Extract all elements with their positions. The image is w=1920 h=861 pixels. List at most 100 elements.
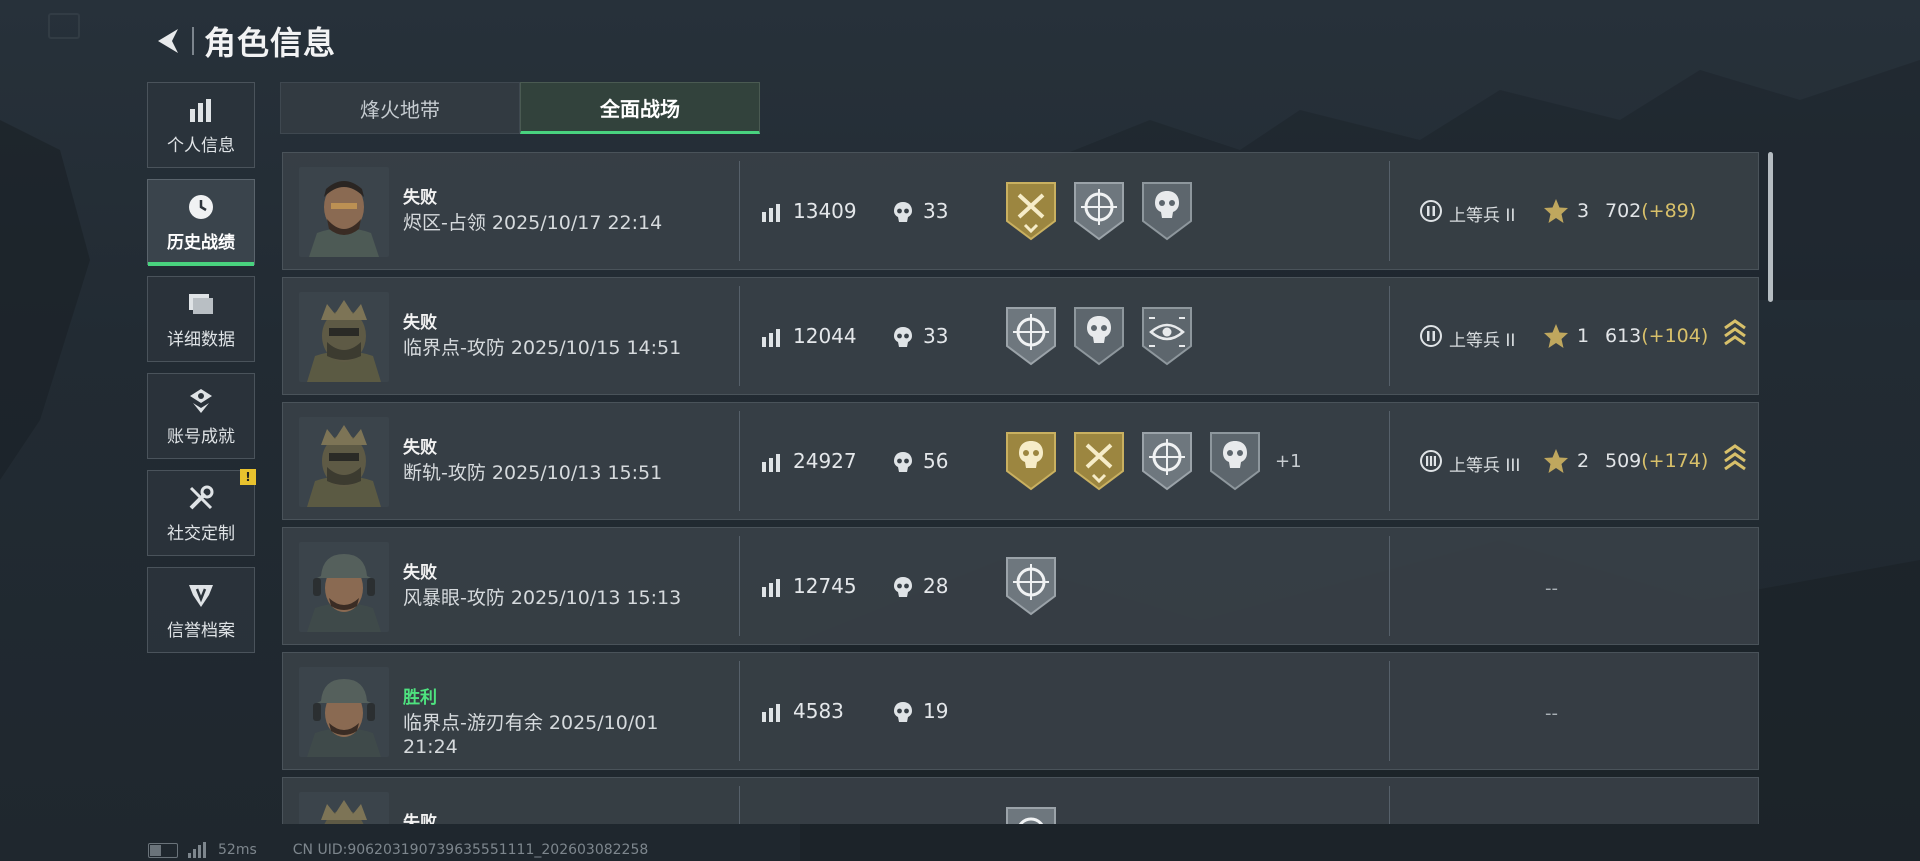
medal-list bbox=[1005, 806, 1073, 824]
tab-extraction-zone[interactable]: 烽火地带 bbox=[280, 82, 520, 134]
star-icon bbox=[1544, 199, 1568, 223]
folder-icon bbox=[189, 293, 213, 314]
points-delta: (+174) bbox=[1641, 450, 1709, 472]
signal-icon bbox=[188, 842, 208, 858]
match-row[interactable]: 胜利 临界点-游刃有余 2025/10/01 21:24 4583 19 -- bbox=[282, 652, 1759, 770]
row-divider bbox=[739, 536, 740, 636]
row-divider bbox=[739, 286, 740, 386]
silver-skull-medal-icon bbox=[1210, 432, 1260, 491]
match-row[interactable]: 失败 临界点-攻防 2025/10/15 14:51 12044 33 上等兵 … bbox=[282, 277, 1759, 395]
map-mode-time: 风暴眼-攻防 2025/10/13 15:13 bbox=[403, 587, 682, 609]
match-row[interactable]: 失败 断轨-攻防 2025/10/13 15:51 24927 56 +1 上等… bbox=[282, 402, 1759, 520]
rank-name: 上等兵 II bbox=[1449, 331, 1516, 351]
back-button[interactable] bbox=[148, 21, 188, 61]
row-divider bbox=[1389, 161, 1390, 261]
silver-target-medal-icon bbox=[1006, 557, 1056, 616]
star-icon bbox=[1544, 324, 1568, 348]
silver-target-medal-icon bbox=[1074, 182, 1124, 241]
sidebar-item-match-history[interactable]: 历史战绩 bbox=[147, 179, 255, 266]
rank-name: 上等兵 II bbox=[1449, 206, 1516, 226]
shield-icon bbox=[189, 584, 213, 607]
points-delta: (+104) bbox=[1641, 325, 1709, 347]
rank-points: 702(+89) bbox=[1605, 200, 1697, 222]
match-kills: 28 bbox=[923, 574, 949, 598]
skull-icon bbox=[894, 702, 912, 722]
operator-avatar bbox=[299, 167, 389, 257]
rank-points: 509(+174) bbox=[1605, 450, 1709, 472]
bar-chart-icon bbox=[190, 98, 211, 122]
menu-corner-icon[interactable] bbox=[48, 13, 80, 39]
page-header: 角色信息 bbox=[148, 18, 336, 64]
battery-icon bbox=[148, 842, 178, 858]
skull-icon bbox=[894, 577, 912, 597]
sidebar-item-label: 信誉档案 bbox=[167, 620, 235, 641]
star-icon bbox=[1544, 449, 1568, 473]
match-score: 4583 bbox=[793, 699, 844, 723]
map-mode-time: 断轨-攻防 2025/10/13 15:51 bbox=[403, 462, 663, 484]
back-arrow-icon bbox=[158, 29, 178, 53]
match-score: 12044 bbox=[793, 324, 857, 348]
operator-avatar bbox=[299, 292, 389, 382]
notification-badge: ! bbox=[240, 469, 256, 485]
rank-badge-icon bbox=[1420, 450, 1442, 472]
skull-icon bbox=[894, 452, 912, 472]
tools-icon bbox=[189, 485, 214, 509]
skull-icon bbox=[894, 327, 912, 347]
match-result: 失败 bbox=[403, 563, 437, 583]
match-score: 12745 bbox=[793, 574, 857, 598]
match-row[interactable]: 失败 风暴眼-攻防 2025/10/13 15:13 12745 28 -- bbox=[282, 527, 1759, 645]
sidebar-item-personal-info[interactable]: 个人信息 bbox=[147, 82, 255, 168]
list-scrollbar[interactable] bbox=[1768, 152, 1773, 302]
rank-change-empty: -- bbox=[1545, 578, 1558, 599]
row-divider bbox=[1389, 536, 1390, 636]
sidebar: 个人信息 历史战绩 详细数据 账号成就 ! 社交定制 信誉档案 bbox=[147, 82, 257, 664]
row-divider bbox=[739, 161, 740, 261]
score-icon bbox=[762, 454, 780, 472]
row-divider bbox=[1389, 286, 1390, 386]
match-result: 失败 bbox=[403, 438, 437, 458]
score-icon bbox=[762, 329, 780, 347]
match-kills: 56 bbox=[923, 449, 949, 473]
clock-icon bbox=[189, 194, 213, 219]
points-delta: (+89) bbox=[1641, 200, 1697, 222]
score-icon bbox=[762, 704, 780, 722]
silver-skull-medal-icon bbox=[1074, 307, 1124, 366]
operator-avatar bbox=[299, 667, 389, 757]
match-result: 失败 bbox=[403, 313, 437, 333]
sidebar-item-label: 个人信息 bbox=[167, 135, 235, 156]
ping-value: 52ms bbox=[218, 842, 257, 858]
mode-tabs: 烽火地带 全面战场 bbox=[280, 82, 760, 134]
tab-all-out-warfare[interactable]: 全面战场 bbox=[520, 82, 760, 134]
medal-list bbox=[1005, 306, 1209, 366]
match-row[interactable]: 失败 bbox=[282, 777, 1759, 824]
sidebar-item-social-custom[interactable]: ! 社交定制 bbox=[147, 469, 256, 556]
match-score: 13409 bbox=[793, 199, 857, 223]
row-divider bbox=[1389, 661, 1390, 761]
silver-target-medal-icon bbox=[1006, 307, 1056, 366]
medal-list: +1 bbox=[1005, 431, 1302, 491]
match-history-list[interactable]: 失败 烬区-占领 2025/10/17 22:14 13409 33 上等兵 I… bbox=[282, 152, 1759, 824]
match-kills: 33 bbox=[923, 199, 949, 223]
page-title: 角色信息 bbox=[204, 24, 337, 62]
star-count: 3 bbox=[1577, 200, 1590, 222]
user-uid: CN UID:906203190739635551111_20260308225… bbox=[292, 842, 649, 858]
silver-eye-medal-icon bbox=[1142, 307, 1192, 366]
rank-change-empty: -- bbox=[1545, 703, 1558, 724]
sidebar-item-achievements[interactable]: 账号成就 bbox=[147, 373, 255, 459]
silver-target-medal-icon bbox=[1006, 807, 1056, 824]
more-medals-count: +1 bbox=[1275, 450, 1302, 472]
gold-axe-medal-icon bbox=[1074, 432, 1124, 491]
star-count: 1 bbox=[1577, 325, 1590, 347]
sidebar-item-label: 详细数据 bbox=[167, 329, 235, 350]
rank-name: 上等兵 III bbox=[1449, 456, 1521, 476]
medal-list bbox=[1005, 556, 1073, 616]
operator-avatar bbox=[299, 417, 389, 507]
map-mode-time: 烬区-占领 2025/10/17 22:14 bbox=[403, 212, 663, 234]
match-row[interactable]: 失败 烬区-占领 2025/10/17 22:14 13409 33 上等兵 I… bbox=[282, 152, 1759, 270]
operator-avatar bbox=[299, 542, 389, 632]
match-result: 失败 bbox=[403, 188, 437, 208]
sidebar-item-credit-profile[interactable]: 信誉档案 bbox=[147, 567, 255, 653]
rank-badge-icon bbox=[1420, 200, 1442, 222]
sidebar-item-detailed-data[interactable]: 详细数据 bbox=[147, 276, 255, 362]
score-icon bbox=[762, 204, 780, 222]
